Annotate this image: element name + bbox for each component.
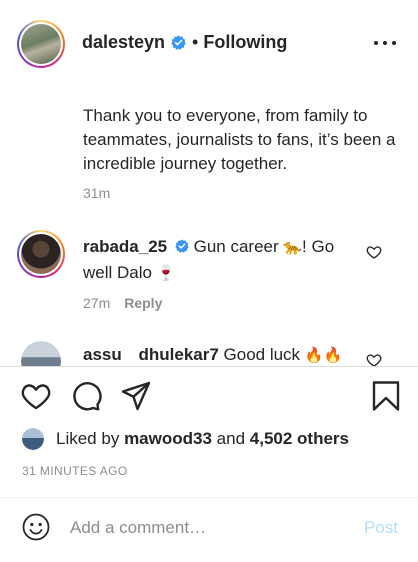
comment-body: Good luck <box>218 345 305 364</box>
commenter-avatar[interactable] <box>21 341 61 367</box>
separator-dot: • <box>192 32 199 52</box>
add-comment-bar: Post <box>0 498 418 562</box>
fire-emoji: 🔥🔥 <box>304 346 343 364</box>
likes-conjunction: and <box>216 429 246 448</box>
likes-prefix: Liked by <box>56 429 120 448</box>
verified-badge-icon <box>171 35 186 50</box>
comment-bubble-icon[interactable] <box>70 380 102 412</box>
wine-glass-emoji: 🍷 <box>156 264 176 282</box>
post-comment-button[interactable]: Post <box>364 518 398 538</box>
like-comment-heart-icon[interactable] <box>366 352 382 366</box>
action-bar <box>0 380 418 416</box>
comment-text: rabada_25 Gun career 🐆! Go well Dalo 🍷 <box>83 234 353 286</box>
post-caption: Thank you to everyone, from family to te… <box>83 106 396 173</box>
like-comment-heart-icon[interactable] <box>366 244 382 260</box>
post-header: dalesteyn • Following <box>0 0 418 88</box>
leopard-emoji: 🐆 <box>283 238 303 256</box>
liker-avatar[interactable] <box>22 428 44 450</box>
more-options-icon[interactable] <box>374 34 396 52</box>
comment-meta: 27m Reply <box>83 295 162 311</box>
comment-input[interactable] <box>70 516 340 540</box>
verified-badge-icon <box>175 239 189 253</box>
section-divider <box>0 366 418 367</box>
liker-username[interactable]: mawood33 <box>124 429 212 449</box>
following-button[interactable]: Following <box>203 32 287 53</box>
author-username[interactable]: dalesteyn <box>82 32 165 53</box>
share-send-icon[interactable] <box>120 380 152 412</box>
like-heart-icon[interactable] <box>20 380 52 412</box>
caption-age[interactable]: 31m <box>83 185 110 201</box>
likes-others-link[interactable]: 4,502 others <box>250 429 349 449</box>
emoji-smiley-icon[interactable] <box>22 513 50 541</box>
likes-summary: Liked by mawood33 and 4,502 others <box>22 426 349 452</box>
post-timestamp[interactable]: 31 MINUTES AGO <box>22 464 128 478</box>
comment-age: 27m <box>83 295 111 311</box>
mention-link[interactable]: dhulekar7 <box>138 345 218 364</box>
save-bookmark-icon[interactable] <box>370 380 402 412</box>
author-avatar[interactable] <box>17 20 65 68</box>
commenter-avatar[interactable] <box>17 230 65 278</box>
comment-text: assu dhulekar7 Good luck 🔥🔥 <box>83 344 342 366</box>
author-line: dalesteyn • Following <box>82 32 287 53</box>
commenter-username[interactable]: rabada_25 <box>83 237 167 256</box>
reply-button[interactable]: Reply <box>124 295 162 311</box>
commenter-username[interactable]: assu <box>83 345 122 364</box>
comment-body: Gun career <box>193 237 284 256</box>
